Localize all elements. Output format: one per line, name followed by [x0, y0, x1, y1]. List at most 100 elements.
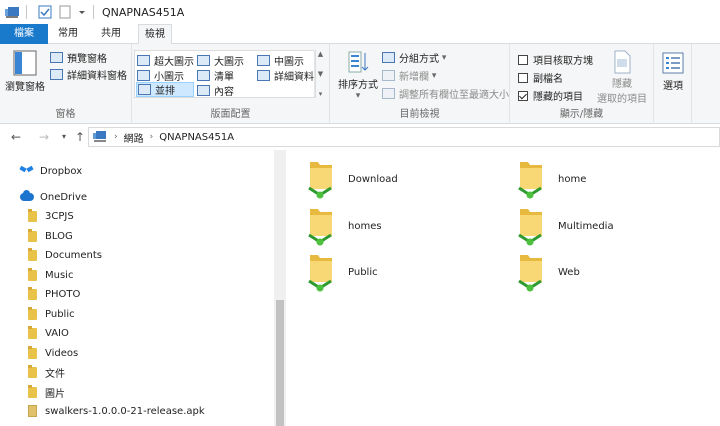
more-icon[interactable]: ▾	[319, 90, 323, 98]
nav-onedrive[interactable]: OneDrive	[20, 188, 87, 206]
onedrive-icon	[20, 190, 34, 201]
nav-folder-label: 文件	[45, 368, 65, 380]
options-label: 選項	[663, 81, 683, 92]
layout-extra-large[interactable]: 超大圖示	[137, 53, 194, 68]
share-web[interactable]: Web	[516, 251, 580, 293]
chevron-up-icon[interactable]: ▲	[318, 50, 323, 58]
extra-large-icons-icon	[137, 55, 150, 66]
new-folder-icon[interactable]	[57, 4, 73, 20]
nav-folder-vaio[interactable]: VAIO	[28, 324, 69, 342]
recent-locations-icon[interactable]: ▾	[60, 129, 68, 145]
layout-content[interactable]: 內容	[197, 83, 234, 98]
nav-folder-videos[interactable]: Videos	[28, 344, 78, 362]
chevron-down-icon[interactable]: ▼	[318, 70, 323, 78]
extensions-checkbox[interactable]	[518, 72, 528, 83]
breadcrumb-chevron-2[interactable]: ›	[150, 132, 154, 142]
add-column-button[interactable]: 新增欄 ▾	[382, 68, 436, 83]
network-share-folder-icon	[308, 162, 332, 199]
share-homes[interactable]: homes	[306, 205, 382, 247]
share-home[interactable]: home	[516, 158, 586, 200]
folder-icon	[28, 325, 37, 339]
network-share-folder-icon	[518, 209, 542, 246]
large-icons-icon	[197, 55, 210, 66]
layout-tiles[interactable]: 並排	[136, 82, 194, 97]
nav-dropbox[interactable]: Dropbox	[20, 162, 82, 180]
share-download[interactable]: Download	[306, 158, 398, 200]
item-checkboxes-toggle[interactable]: 項目核取方塊	[518, 52, 593, 67]
item-checkboxes-checkbox[interactable]	[518, 54, 528, 65]
group-show-hide: 項目核取方塊 副檔名 隱藏的項目 隱藏 選取的項目 顯示/隱藏	[510, 44, 654, 124]
sort-by-label: 排序方式	[338, 80, 378, 91]
add-column-dropdown-icon: ▾	[429, 70, 437, 81]
breadcrumb-chevron-1[interactable]: ›	[114, 132, 118, 142]
extensions-toggle[interactable]: 副檔名	[518, 70, 563, 85]
details-pane-button[interactable]: 詳細資料窗格	[50, 67, 127, 82]
share-public[interactable]: Public	[306, 251, 378, 293]
hidden-items-toggle[interactable]: 隱藏的項目	[518, 88, 583, 103]
tab-home[interactable]: 常用	[51, 24, 85, 44]
hide-selected-button[interactable]: 隱藏 選取的項目	[596, 50, 648, 105]
fit-columns-button[interactable]: 調整所有欄位至最適大小	[382, 86, 509, 101]
nav-folder-label: Videos	[45, 347, 79, 359]
tab-share[interactable]: 共用	[90, 24, 132, 44]
share-multimedia[interactable]: Multimedia	[516, 205, 614, 247]
folder-icon	[28, 267, 37, 281]
properties-icon[interactable]	[37, 4, 53, 20]
share-label: Public	[348, 266, 378, 278]
back-arrow-icon[interactable]: ←	[8, 129, 24, 145]
nav-onedrive-label: OneDrive	[40, 191, 88, 203]
up-arrow-icon[interactable]: ↑	[72, 129, 88, 145]
options-button[interactable]: 選項	[658, 52, 688, 92]
nav-folder-label: BLOG	[45, 230, 73, 242]
nav-folder-music[interactable]: Music	[28, 266, 73, 284]
nav-folder-documents-zh[interactable]: 文件	[28, 363, 65, 381]
extensions-label: 副檔名	[533, 74, 563, 85]
nav-folder-blog[interactable]: BLOG	[28, 227, 73, 245]
group-by-button[interactable]: 分組方式 ▾	[382, 50, 446, 65]
explorer-icon[interactable]	[4, 4, 20, 20]
layout-details-label: 詳細資料	[274, 72, 314, 83]
preview-pane-button[interactable]: 預覽窗格	[50, 50, 107, 65]
folder-icon	[28, 247, 37, 261]
content-icon	[197, 85, 210, 96]
title-separator-2	[93, 5, 94, 19]
share-label: home	[558, 173, 587, 185]
nav-file-label: swalkers-1.0.0.0-21-release.apk	[45, 405, 205, 417]
ribbon-tabs: 檔案 常用 共用 檢視	[0, 24, 720, 45]
address-bar[interactable]: › 網路 › QNAPNAS451A	[88, 127, 720, 147]
group-by-label: 分組方式	[399, 54, 439, 65]
layout-details[interactable]: 詳細資料	[257, 68, 314, 83]
hidden-items-checkbox[interactable]	[518, 90, 528, 101]
layout-list[interactable]: 清單	[197, 68, 234, 83]
forward-arrow-icon[interactable]: →	[36, 129, 52, 145]
nav-folder-3cpjs[interactable]: 3CPJS	[28, 207, 74, 225]
title-separator	[26, 5, 27, 19]
group-label-current-view: 目前檢視	[399, 109, 440, 120]
tiles-icon	[138, 84, 151, 95]
nav-folder-photo[interactable]: PHOTO	[28, 285, 80, 303]
layout-large[interactable]: 大圖示	[197, 53, 244, 68]
layout-gallery: 超大圖示 大圖示 中圖示 小圖示 清單 詳細資料 並排 內容	[134, 50, 316, 98]
network-share-folder-icon	[518, 162, 542, 199]
nav-file-apk[interactable]: swalkers-1.0.0.0-21-release.apk	[28, 402, 205, 420]
network-share-folder-icon	[308, 255, 332, 292]
tab-file[interactable]: 檔案	[0, 24, 48, 44]
layout-small[interactable]: 小圖示	[137, 68, 184, 83]
add-column-label: 新增欄	[399, 72, 429, 83]
layout-medium-label: 中圖示	[274, 57, 304, 68]
breadcrumb-nas[interactable]: QNAPNAS451A	[159, 132, 234, 143]
hide-selected-label-1: 隱藏	[612, 79, 632, 90]
nav-folder-public[interactable]: Public	[28, 305, 75, 323]
navigation-scrollbar-thumb[interactable]	[276, 300, 284, 426]
nav-pane-button[interactable]: 瀏覽窗格	[5, 50, 45, 93]
customize-toolbar-icon[interactable]	[77, 4, 87, 20]
sort-by-button[interactable]: 排序方式 ▾	[336, 50, 380, 101]
layout-medium[interactable]: 中圖示	[257, 53, 304, 68]
layout-gallery-scroll[interactable]: ▲ ▼ ▾	[314, 50, 326, 98]
nav-folder-documents[interactable]: Documents	[28, 246, 102, 264]
breadcrumb-network[interactable]: 網路	[124, 130, 144, 145]
tab-view[interactable]: 檢視	[138, 24, 172, 45]
nav-folder-label: 圖片	[45, 388, 65, 400]
nav-folder-pictures-zh[interactable]: 圖片	[28, 383, 65, 401]
nav-folder-label: Documents	[45, 249, 103, 261]
